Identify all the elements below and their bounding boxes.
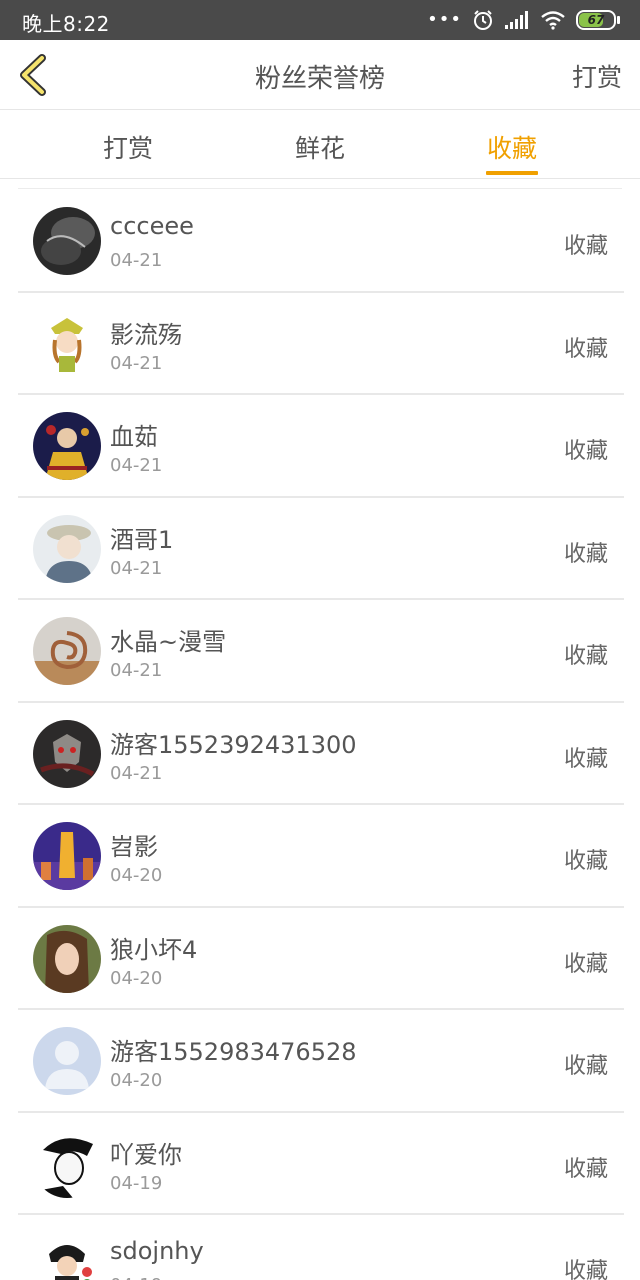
avatar bbox=[33, 514, 101, 583]
list-item[interactable]: ccceee 04-21 收藏 bbox=[18, 190, 624, 293]
signal-icon bbox=[505, 11, 528, 29]
fan-action: 收藏 bbox=[563, 1259, 608, 1280]
fan-date: 04-21 bbox=[110, 352, 163, 374]
fan-list: ccceee 04-21 收藏 影流殇 04-21 收藏 血茹 04-21 收藏… bbox=[18, 190, 624, 1280]
fan-name: 游客1552392431300 bbox=[110, 730, 357, 759]
status-time: 晚上8:22 bbox=[22, 12, 110, 36]
avatar bbox=[33, 719, 101, 788]
more-dots-icon: ••• bbox=[427, 9, 462, 30]
alarm-icon bbox=[474, 10, 492, 30]
fan-action: 收藏 bbox=[563, 439, 608, 464]
fan-action: 收藏 bbox=[563, 336, 608, 362]
fan-name: ccceee bbox=[110, 212, 194, 240]
list-item[interactable]: 狼小坏4 04-20 收藏 bbox=[18, 908, 624, 1010]
fan-date: 04-19 bbox=[110, 1275, 162, 1280]
fan-action: 收藏 bbox=[563, 951, 608, 977]
fan-date: 04-20 bbox=[110, 967, 163, 989]
fan-action: 收藏 bbox=[563, 746, 608, 772]
fan-name: 岧影 bbox=[110, 833, 158, 861]
fan-date: 04-21 bbox=[110, 250, 163, 271]
fan-action: 收藏 bbox=[563, 1054, 608, 1079]
fan-action: 收藏 bbox=[563, 849, 608, 874]
active-tab-indicator bbox=[486, 171, 538, 175]
avatar bbox=[33, 1232, 101, 1280]
list-item[interactable]: 酒哥1 04-21 收藏 bbox=[18, 498, 624, 600]
battery-icon: 67 bbox=[576, 10, 616, 30]
fan-date: 04-19 bbox=[110, 1172, 163, 1194]
fan-date: 04-21 bbox=[110, 762, 163, 784]
fan-date: 04-21 bbox=[110, 557, 163, 579]
list-item[interactable]: 游客1552392431300 04-21 收藏 bbox=[18, 703, 624, 805]
list-item[interactable]: 吖爱你 04-19 收藏 bbox=[18, 1113, 624, 1215]
fan-date: 04-21 bbox=[110, 660, 163, 681]
divider bbox=[18, 188, 622, 189]
avatar bbox=[33, 412, 101, 480]
avatar bbox=[33, 617, 101, 685]
fan-name: 吖爱你 bbox=[110, 1140, 182, 1169]
battery-level: 67 bbox=[587, 13, 605, 27]
avatar bbox=[33, 309, 101, 378]
fan-name: 水晶~漫雪 bbox=[110, 628, 227, 656]
status-icons: ••• 67 bbox=[427, 8, 620, 32]
fan-name: 狼小坏4 bbox=[110, 935, 198, 964]
list-item[interactable]: 影流殇 04-21 收藏 bbox=[18, 293, 624, 395]
list-item[interactable]: 水晶~漫雪 04-21 收藏 bbox=[18, 600, 624, 703]
fan-date: 04-20 bbox=[110, 865, 163, 886]
status-bar: 晚上8:22 ••• 67 bbox=[0, 0, 640, 40]
page-title: 粉丝荣誉榜 bbox=[254, 64, 385, 94]
avatar bbox=[33, 822, 101, 890]
fan-name: 影流殇 bbox=[110, 320, 182, 349]
list-item[interactable]: 岧影 04-20 收藏 bbox=[18, 805, 624, 908]
tab-favorites[interactable]: 收藏 bbox=[452, 129, 572, 165]
fan-action: 收藏 bbox=[563, 234, 608, 259]
avatar bbox=[33, 924, 101, 993]
fan-name: 酒哥1 bbox=[110, 525, 174, 554]
avatar bbox=[33, 1129, 101, 1198]
reward-button[interactable]: 打赏 bbox=[572, 58, 622, 94]
app-header: 粉丝荣誉榜 打赏 bbox=[0, 40, 640, 110]
fan-action: 收藏 bbox=[563, 541, 608, 567]
tab-bar: 打赏 鲜花 收藏 bbox=[0, 111, 640, 179]
tab-reward[interactable]: 打赏 bbox=[68, 129, 188, 165]
list-item[interactable]: sdojnhy 04-19 收藏 bbox=[18, 1215, 624, 1280]
list-item[interactable]: 游客1552983476528 04-20 收藏 bbox=[18, 1010, 624, 1113]
fan-action: 收藏 bbox=[563, 1156, 608, 1182]
fan-date: 04-20 bbox=[110, 1070, 163, 1091]
tab-flowers[interactable]: 鲜花 bbox=[260, 129, 380, 165]
avatar bbox=[33, 207, 101, 275]
fan-action: 收藏 bbox=[563, 644, 608, 669]
avatar bbox=[33, 1027, 101, 1095]
fan-name: sdojnhy bbox=[110, 1237, 204, 1265]
fan-date: 04-21 bbox=[110, 455, 163, 476]
fan-name: 游客1552983476528 bbox=[110, 1038, 357, 1066]
fan-name: 血茹 bbox=[110, 423, 158, 451]
wifi-icon bbox=[541, 11, 565, 30]
list-item[interactable]: 血茹 04-21 收藏 bbox=[18, 395, 624, 498]
